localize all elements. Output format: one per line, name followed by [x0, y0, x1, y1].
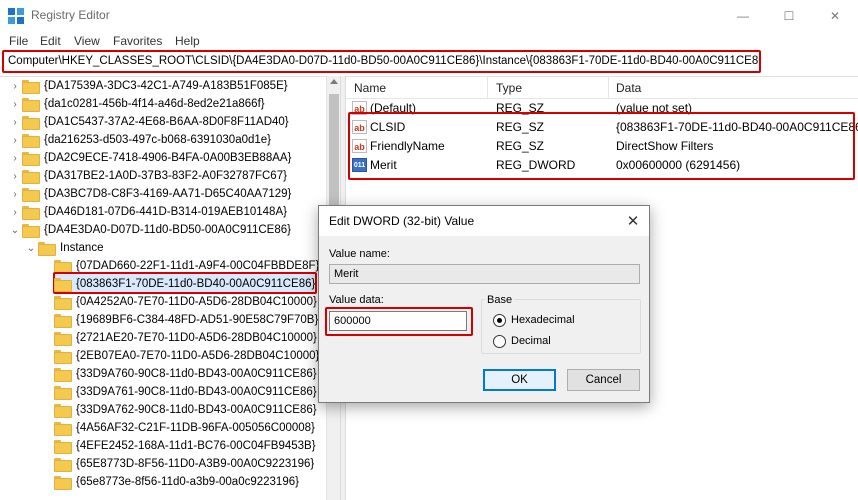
minimize-icon: —	[737, 8, 749, 23]
folder-icon	[54, 314, 72, 328]
key-tree[interactable]: › {DA17539A-3DC3-42C1-A749-A183B51F085E} …	[0, 76, 340, 500]
folder-icon	[54, 476, 72, 490]
menu-bar: File Edit View Favorites Help	[0, 31, 858, 50]
tree-item[interactable]: › {da1c0281-456b-4f14-a46d-8ed2e21a866f}	[8, 95, 267, 113]
folder-icon	[54, 260, 72, 274]
address-bar[interactable]: Computer\HKEY_CLASSES_ROOT\CLSID\{DA4E3D…	[2, 50, 761, 73]
tree-item[interactable]: › {DA3BC7D8-C8F3-4169-AA71-D65C40AA7129}	[8, 185, 293, 203]
minimize-button[interactable]: —	[720, 0, 766, 31]
folder-icon	[54, 278, 72, 292]
tree-item[interactable]: {2721AE20-7E70-11D0-A5D6-28DB04C10000}	[40, 329, 319, 347]
value-name-field: Merit	[329, 264, 640, 284]
decimal-label: Decimal	[511, 335, 551, 347]
close-button[interactable]: ✕	[812, 0, 858, 31]
tree-item-expanded-key[interactable]: ⌄ {DA4E3DA0-D07D-11d0-BD50-00A0C911CE86}	[8, 221, 293, 239]
chevron-right-icon[interactable]: ›	[8, 167, 22, 185]
folder-icon	[38, 242, 56, 256]
values-highlight	[348, 112, 855, 180]
ok-button[interactable]: OK	[483, 369, 556, 391]
tree-item[interactable]: › {DA2C9ECE-7418-4906-B4FA-0A00B3EB88AA}	[8, 149, 293, 167]
hexadecimal-label: Hexadecimal	[511, 314, 575, 326]
chevron-right-icon[interactable]: ›	[8, 95, 22, 113]
tree-item[interactable]: {4A56AF32-C21F-11DB-96FA-005056C00008}	[40, 419, 317, 437]
dialog-close-button[interactable]: ✕	[623, 211, 643, 231]
tree-item[interactable]: {65E8773D-8F56-11D0-A3B9-00A0C9223196}	[40, 455, 316, 473]
base-label: Base	[485, 294, 515, 306]
chevron-right-icon[interactable]: ›	[8, 203, 22, 221]
tree-item[interactable]: {0A4252A0-7E70-11D0-A5D6-28DB04C10000}	[40, 293, 319, 311]
chevron-down-icon[interactable]: ⌄	[24, 239, 38, 257]
chevron-right-icon[interactable]: ›	[8, 185, 22, 203]
tree-item[interactable]: › {da216253-d503-497c-b068-6391030a0d1e}	[8, 131, 273, 149]
folder-icon	[22, 224, 40, 238]
tree-item[interactable]: {33D9A761-90C8-11d0-BD43-00A0C911CE86}	[40, 383, 319, 401]
edit-dword-dialog: Edit DWORD (32-bit) Value ✕ Value name: …	[318, 205, 650, 403]
folder-icon	[22, 170, 40, 184]
folder-icon	[54, 332, 72, 346]
value-name-label: Value name:	[329, 248, 390, 260]
hexadecimal-radio[interactable]: Hexadecimal	[493, 312, 575, 328]
tree-item[interactable]: {33D9A762-90C8-11d0-BD43-00A0C911CE86}	[40, 401, 319, 419]
dialog-title: Edit DWORD (32-bit) Value	[329, 214, 475, 228]
window-title: Registry Editor	[31, 8, 110, 22]
tree-item-selected[interactable]: {083863F1-70DE-11d0-BD40-00A0C911CE86}	[40, 275, 317, 293]
folder-icon	[22, 98, 40, 112]
folder-icon	[54, 422, 72, 436]
decimal-radio[interactable]: Decimal	[493, 333, 551, 349]
folder-icon	[54, 440, 72, 454]
column-separator[interactable]	[608, 77, 609, 99]
column-header-name[interactable]: Name	[354, 81, 386, 95]
folder-icon	[22, 206, 40, 220]
chevron-right-icon[interactable]: ›	[8, 113, 22, 131]
tree-item[interactable]: › {DA1C5437-37A2-4E68-B6AA-8D0F8F11AD40}	[8, 113, 291, 131]
tree-item-instance[interactable]: ⌄ Instance	[24, 239, 105, 257]
folder-icon	[54, 296, 72, 310]
column-header-type[interactable]: Type	[496, 81, 522, 95]
tree-item[interactable]: {19689BF6-C384-48FD-AD51-90E58C79F70B}	[40, 311, 320, 329]
folder-icon	[22, 80, 40, 94]
menu-view[interactable]: View	[74, 34, 100, 48]
maximize-button[interactable]: ☐	[766, 0, 812, 31]
cancel-button[interactable]: Cancel	[567, 369, 640, 391]
tree-item[interactable]: {65e8773e-8f56-11d0-a3b9-00a0c9223196}	[40, 473, 301, 491]
folder-icon	[22, 116, 40, 130]
folder-icon	[54, 386, 72, 400]
tree-item[interactable]: › {DA17539A-3DC3-42C1-A749-A183B51F085E}	[8, 77, 290, 95]
column-separator[interactable]	[487, 77, 488, 99]
radio-unchecked-icon[interactable]	[493, 334, 506, 348]
menu-help[interactable]: Help	[175, 34, 200, 48]
menu-edit[interactable]: Edit	[40, 34, 61, 48]
folder-icon	[22, 134, 40, 148]
title-bar: Registry Editor — ☐ ✕	[0, 0, 858, 31]
folder-icon	[54, 368, 72, 382]
folder-icon	[22, 152, 40, 166]
value-data-input[interactable]: 600000	[329, 311, 467, 331]
chevron-right-icon[interactable]: ›	[8, 77, 22, 95]
close-icon: ✕	[829, 8, 841, 23]
tree-item[interactable]: {2EB07EA0-7E70-11D0-A5D6-28DB04C10000}	[40, 347, 321, 365]
menu-favorites[interactable]: Favorites	[113, 34, 162, 48]
tree-item[interactable]: › {DA46D181-07D6-441D-B314-019AEB10148A}	[8, 203, 289, 221]
chevron-down-icon[interactable]: ⌄	[8, 221, 22, 239]
chevron-right-icon[interactable]: ›	[8, 131, 22, 149]
folder-icon	[54, 404, 72, 418]
folder-icon	[54, 458, 72, 472]
folder-icon	[54, 350, 72, 364]
tree-item[interactable]: {33D9A760-90C8-11d0-BD43-00A0C911CE86}	[40, 365, 319, 383]
column-header-data[interactable]: Data	[616, 81, 641, 95]
folder-icon	[22, 188, 40, 202]
value-data-label: Value data:	[329, 294, 384, 306]
scroll-up-icon[interactable]	[330, 79, 338, 84]
list-header: Name Type Data	[346, 77, 858, 99]
tree-item[interactable]: {4EFE2452-168A-11d1-BC76-00C04FB9453B}	[40, 437, 318, 455]
tree-item[interactable]: › {DA317BE2-1A0D-37B3-83F2-A0F32787FC67}	[8, 167, 289, 185]
registry-editor-icon	[8, 8, 24, 24]
chevron-right-icon[interactable]: ›	[8, 149, 22, 167]
dialog-title-bar: Edit DWORD (32-bit) Value ✕	[319, 206, 649, 236]
menu-file[interactable]: File	[9, 34, 28, 48]
radio-checked-icon[interactable]	[493, 313, 506, 327]
maximize-icon: ☐	[783, 8, 795, 23]
close-icon: ✕	[626, 213, 640, 230]
